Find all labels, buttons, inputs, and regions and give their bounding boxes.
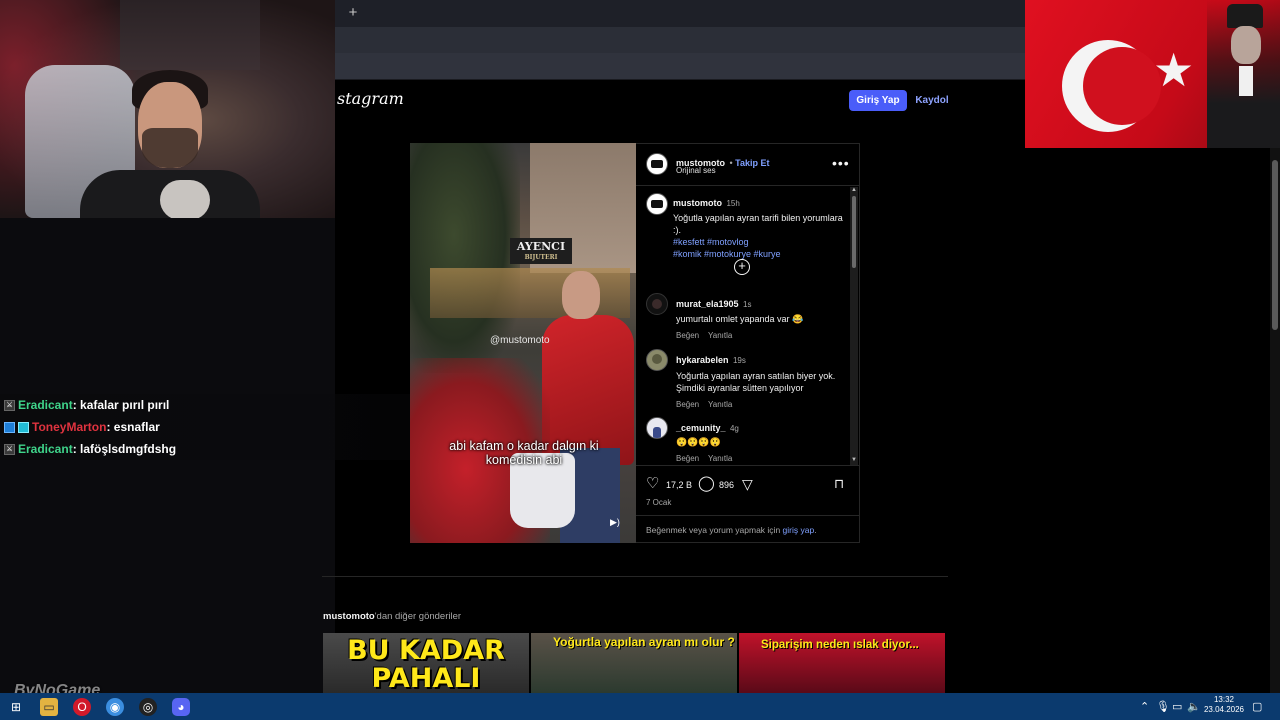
file-explorer-icon[interactable]: ▭ <box>40 698 58 716</box>
comment-text: yumurtalı omlet yapanda var 😂 <box>676 314 804 324</box>
like-comment-link[interactable]: Beğen <box>676 331 699 340</box>
chat-message: ToneyMarton: esnaflar <box>0 416 410 438</box>
author-avatar[interactable] <box>646 153 668 175</box>
comment-item: hykarabelen 19s Yoğurtla yapılan ayran s… <box>676 350 846 409</box>
video-caption: abi kafam o kadar dalgın ki komedisin ab… <box>449 439 599 467</box>
star-icon: ★ <box>1153 44 1195 96</box>
audio-label[interactable]: Orijinal ses <box>676 166 716 175</box>
taskbar-clock[interactable]: 13:32 23.04.2026 <box>1198 695 1250 715</box>
obs-icon[interactable]: ◎ <box>139 698 157 716</box>
chat-message: ⚔ Eradicant: kafalar pırıl pırıl <box>0 394 410 416</box>
comment-text: 😲😲😲😲 <box>676 437 721 447</box>
more-options-icon[interactable]: ••• <box>832 155 850 171</box>
chat-message: ⚔ Eradicant: laföşlsdmgfdshg <box>0 438 410 460</box>
comment-text: Yoğurtla yapılan ayran satılan biyer yok… <box>676 371 836 393</box>
section-divider <box>322 576 948 577</box>
windows-start-icon[interactable]: ⊞ <box>7 698 25 716</box>
caption-hashtags-1[interactable]: #kesfett #motovlog <box>673 236 849 248</box>
login-prompt: Beğenmek veya yorum yapmak için giriş ya… <box>646 525 817 535</box>
volume-icon[interactable]: ▶) <box>610 517 624 531</box>
comment-avatar[interactable] <box>646 349 668 371</box>
more-post-thumbnail[interactable]: Siparişim neden ıslak diyor... <box>739 633 945 693</box>
comment-username[interactable]: murat_ela1905 <box>676 299 739 309</box>
chat-text: : esnaflar <box>106 420 160 434</box>
turkish-flag-overlay: ★ <box>1025 0 1280 148</box>
gift-badge-icon <box>18 422 29 434</box>
more-posts-author[interactable]: mustomoto <box>323 611 375 622</box>
caption-time: 15h <box>726 199 740 208</box>
subscriber-badge-icon <box>4 422 15 434</box>
header-divider <box>636 185 860 186</box>
discord-icon[interactable]: ◕ <box>172 698 190 716</box>
post-date: 7 Ocak <box>646 498 672 507</box>
reply-link[interactable]: Yanıtla <box>708 454 732 463</box>
windows-taskbar <box>0 693 1280 720</box>
comment-item: murat_ela1905 1s yumurtalı omlet yapanda… <box>676 294 846 340</box>
video-watermark: @mustomoto <box>490 335 550 346</box>
comments-scroll-thumb[interactable] <box>852 196 856 268</box>
heart-icon[interactable]: ♡ <box>646 476 659 492</box>
caption-text: Yoğutla yapılan ayran tarifi bilen yorum… <box>673 213 843 235</box>
stream-chat: ⚔ Eradicant: kafalar pırıl pırıl ToneyMar… <box>0 394 410 462</box>
more-posts-title: mustomoto'dan diğer gönderiler <box>323 611 462 622</box>
bookmarks-bar <box>335 53 1025 80</box>
post-sidebar: mustomoto • Takip Et Orijinal ses ••• mu… <box>636 143 860 543</box>
reply-link[interactable]: Yanıtla <box>708 331 732 340</box>
microphone-icon[interactable]: 🎙 <box>1156 698 1170 716</box>
streamer-webcam <box>0 0 335 218</box>
like-comment-link[interactable]: Beğen <box>676 400 699 409</box>
comments-count: 896 <box>719 480 735 490</box>
tray-chevron-icon[interactable]: ⌃ <box>1140 698 1149 716</box>
more-post-thumbnail[interactable]: BU KADAR PAHALI <box>323 633 529 693</box>
post-video[interactable]: AYENCI BIJUTERI @mustomoto abi kafam o ka… <box>410 143 636 543</box>
follow-link[interactable]: Takip Et <box>735 158 769 168</box>
caption-avatar[interactable] <box>646 193 668 215</box>
share-icon[interactable]: ▽ <box>742 476 753 492</box>
chat-username: ToneyMarton <box>32 420 107 434</box>
comment-username[interactable]: _cemunity_ <box>676 423 726 433</box>
caption-hashtags-2[interactable]: #komik #motokurye #kurye <box>673 248 849 260</box>
new-tab-button[interactable]: + <box>345 4 361 22</box>
comment-username[interactable]: hykarabelen <box>676 355 729 365</box>
notifications-icon[interactable]: ▢ <box>1252 698 1262 716</box>
page-scroll-thumb[interactable] <box>1272 160 1278 330</box>
login-link[interactable]: giriş yap <box>783 525 815 535</box>
comment-avatar[interactable] <box>646 293 668 315</box>
network-icon[interactable]: ▭ <box>1172 698 1182 716</box>
address-bar[interactable] <box>335 27 1025 53</box>
comment-icon[interactable]: ◯ <box>698 476 715 492</box>
add-comment-icon[interactable]: + <box>734 259 750 275</box>
signup-button[interactable]: Kaydol <box>914 90 950 111</box>
reply-link[interactable]: Yanıtla <box>708 400 732 409</box>
moderator-badge-icon: ⚔ <box>4 400 15 412</box>
caption-username[interactable]: mustomoto <box>673 198 722 208</box>
video-shop-sign: AYENCI BIJUTERI <box>510 238 572 264</box>
comment-avatar[interactable] <box>646 417 668 439</box>
more-post-thumbnail[interactable]: Yoğurtla yapılan ayran mı olur ? <box>531 633 737 693</box>
footer-divider <box>636 515 860 516</box>
chrome-icon[interactable]: ◉ <box>106 698 124 716</box>
likes-count[interactable]: 17,2 B <box>666 480 692 490</box>
chat-username: Eradicant <box>18 442 73 456</box>
scroll-up-arrow-icon[interactable]: ▲ <box>850 187 858 195</box>
browser-tab-bar <box>335 0 1025 27</box>
instagram-logo[interactable]: stagram <box>337 89 404 108</box>
chat-text: : kafalar pırıl pırıl <box>72 398 170 412</box>
moderator-badge-icon: ⚔ <box>4 444 15 456</box>
bookmark-icon[interactable]: ⊓ <box>834 476 844 492</box>
opera-icon[interactable]: O <box>73 698 91 716</box>
comment-item: _cemunity_ 4g 😲😲😲😲 Beğen Yanıtla <box>676 418 846 463</box>
scroll-down-arrow-icon[interactable]: ▼ <box>850 457 858 465</box>
login-button[interactable]: Giriş Yap <box>849 90 907 111</box>
actions-divider <box>636 465 860 466</box>
like-comment-link[interactable]: Beğen <box>676 454 699 463</box>
chat-username: Eradicant <box>18 398 73 412</box>
chat-text: : laföşlsdmgfdshg <box>72 442 177 456</box>
